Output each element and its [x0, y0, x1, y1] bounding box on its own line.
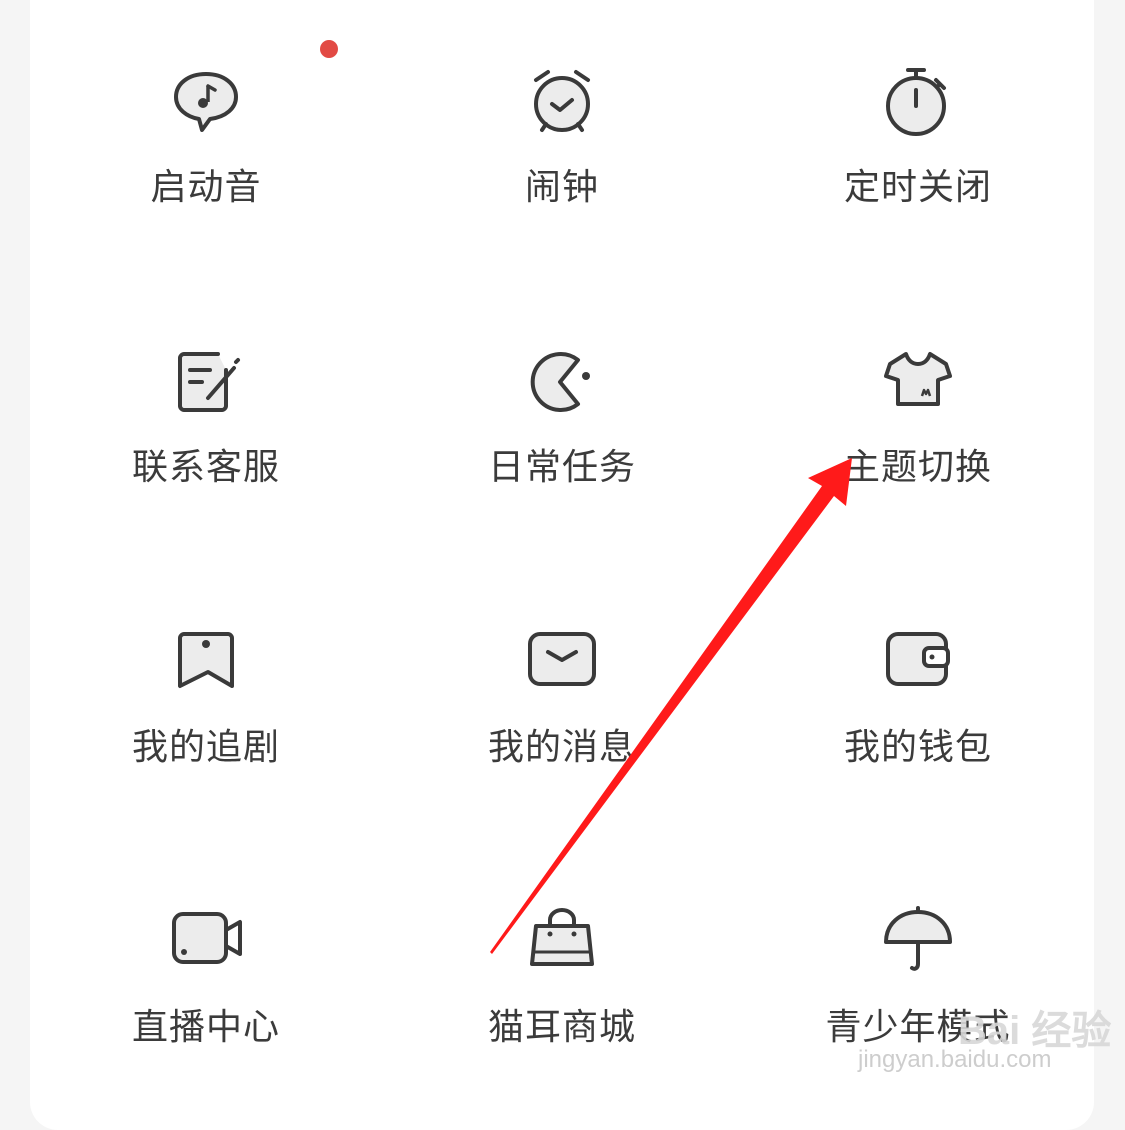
grid-item-my-wallet[interactable]: 我的钱包 [738, 626, 1098, 826]
grid-item-label: 猫耳商城 [487, 1007, 636, 1048]
grid-item-label: 联系客服 [131, 447, 280, 488]
grid-item-alarm[interactable]: 闹钟 [382, 66, 742, 266]
grid-item-label: 闹钟 [524, 167, 599, 208]
grid-item-label: 直播中心 [131, 1007, 280, 1048]
grid-item-label: 青少年模式 [825, 1007, 1011, 1048]
umbrella-icon [882, 906, 954, 978]
grid-item-maoer-mall[interactable]: 猫耳商城 [382, 906, 742, 1106]
wallet-icon [882, 626, 954, 698]
grid-item-label: 日常任务 [487, 447, 636, 488]
grid-item-live-center[interactable]: 直播中心 [26, 906, 386, 1106]
shopping-bag-icon [526, 906, 598, 978]
notification-dot [320, 40, 338, 58]
bookmark-icon [170, 626, 242, 698]
video-camera-icon [170, 906, 242, 978]
grid-item-customer-service[interactable]: 联系客服 [26, 346, 386, 546]
grid-item-timer-off[interactable]: 定时关闭 [738, 66, 1098, 266]
message-box-icon [526, 626, 598, 698]
alarm-clock-icon [526, 66, 598, 138]
grid-item-label: 我的追剧 [131, 727, 280, 768]
grid-item-label: 启动音 [150, 167, 262, 208]
music-speech-bubble-icon [170, 66, 242, 138]
grid-item-my-messages[interactable]: 我的消息 [382, 626, 742, 826]
grid-item-label: 我的消息 [487, 727, 636, 768]
pacman-icon [526, 346, 598, 418]
grid-item-label: 主题切换 [843, 447, 992, 488]
edit-note-icon [170, 346, 242, 418]
grid-item-daily-tasks[interactable]: 日常任务 [382, 346, 742, 546]
grid-item-my-series[interactable]: 我的追剧 [26, 626, 386, 826]
grid-item-theme-switch[interactable]: 主题切换 [738, 346, 1098, 546]
grid-item-label: 定时关闭 [843, 167, 992, 208]
grid-item-teen-mode[interactable]: 青少年模式 [738, 906, 1098, 1106]
grid-item-label: 我的钱包 [843, 727, 992, 768]
grid-item-startup-sound[interactable]: 启动音 [26, 66, 386, 266]
tshirt-icon [882, 346, 954, 418]
stopwatch-icon [882, 66, 954, 138]
